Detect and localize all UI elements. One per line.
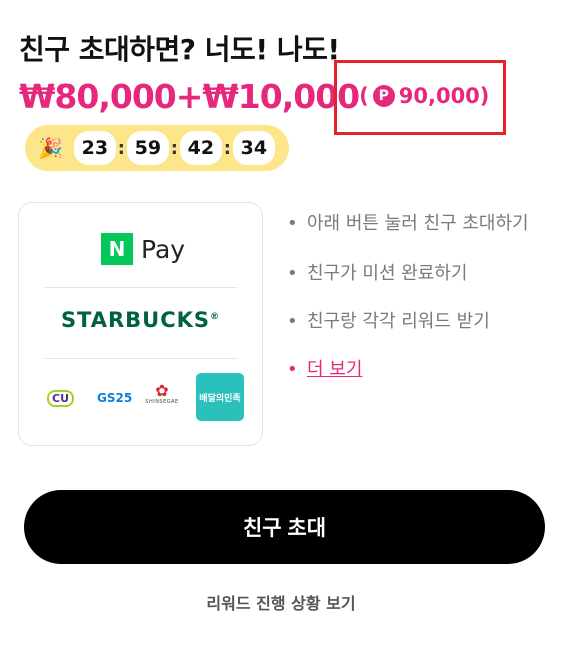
bullet: • <box>287 213 298 234</box>
shinsegae-text: SHINSEGAE <box>145 399 179 405</box>
invite-friend-button[interactable]: 친구 초대 <box>24 490 545 564</box>
timer-separator: : <box>223 137 231 159</box>
timer-seconds: 42 <box>179 131 222 165</box>
divider <box>45 287 237 288</box>
naver-pay-logo: N Pay <box>101 233 185 265</box>
naver-pay-text: Pay <box>141 234 186 264</box>
starbucks-text: STARBUCKS <box>60 308 211 332</box>
bullet: • <box>287 311 298 332</box>
timer-separator: : <box>170 137 178 159</box>
step-item: • 아래 버튼 눌러 친구 초대하기 <box>287 210 547 238</box>
partner-logos: CU GS25 ✿ SHINSEGAE 배달의민족 <box>19 373 262 423</box>
countdown-timer: 🎉 23 : 59 : 42 : 34 <box>25 125 289 171</box>
more-link[interactable]: 더 보기 <box>307 359 362 380</box>
reward-progress-link[interactable]: 리워드 진행 상황 보기 <box>0 590 562 614</box>
invite-steps-list: • 아래 버튼 눌러 친구 초대하기 • 친구가 미션 완료하기 • 친구랑 각… <box>287 210 547 384</box>
gs25-logo: GS25 <box>97 391 133 405</box>
highlight-annotation-box <box>334 60 506 135</box>
step-text: 아래 버튼 눌러 친구 초대하기 <box>307 213 529 234</box>
cu-logo: CU <box>47 390 75 407</box>
timer-separator: : <box>117 137 125 159</box>
step-item: • 친구가 미션 완료하기 <box>287 260 547 288</box>
reward-brands-card: N Pay STARBUCKS® CU GS25 ✿ SHINSEGAE 배달의… <box>18 202 263 446</box>
shinsegae-flower-icon: ✿ <box>155 381 169 400</box>
bullet: • <box>287 359 298 380</box>
timer-hours: 23 <box>73 131 116 165</box>
baemin-logo: 배달의민족 <box>196 373 244 421</box>
registered-mark: ® <box>210 312 221 322</box>
starbucks-logo: STARBUCKS® <box>19 308 262 332</box>
naver-n-icon: N <box>101 233 133 265</box>
step-text: 친구가 미션 완료하기 <box>307 263 468 284</box>
shinsegae-logo: ✿ SHINSEGAE <box>144 381 180 406</box>
step-item-more: • 더 보기 <box>287 356 547 384</box>
party-popper-icon: 🎉 <box>38 136 63 160</box>
page-title: 친구 초대하면? 너도! 나도! <box>19 33 340 66</box>
step-text: 친구랑 각각 리워드 받기 <box>307 311 490 332</box>
bullet: • <box>287 263 298 284</box>
timer-centiseconds: 34 <box>232 131 275 165</box>
reward-amount: ₩80,000+₩10,000 <box>19 76 360 116</box>
step-item: • 친구랑 각각 리워드 받기 <box>287 308 547 336</box>
divider <box>45 358 237 359</box>
timer-minutes: 59 <box>126 131 169 165</box>
